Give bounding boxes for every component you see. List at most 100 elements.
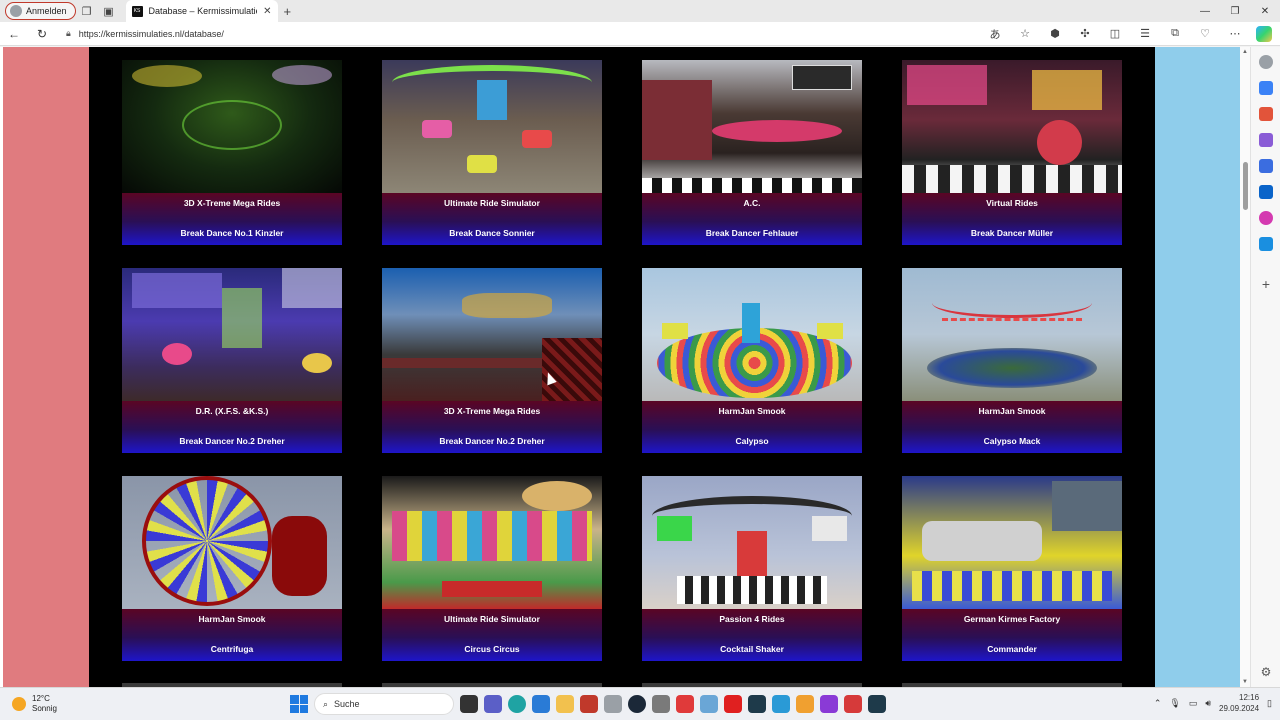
app-icon-4[interactable] [748, 695, 766, 713]
app-icon-1[interactable] [580, 695, 598, 713]
edge-icon[interactable] [508, 695, 526, 713]
ride-card[interactable]: Ultimate Ride Simulator Break Dance Sonn… [382, 60, 602, 245]
ride-name[interactable]: Break Dance Sonnier [382, 228, 602, 238]
sidebar-tag-icon[interactable] [1259, 81, 1273, 95]
youtube-icon[interactable] [724, 695, 742, 713]
sidebar-search-icon[interactable] [1259, 55, 1273, 69]
ride-card[interactable]: German Kirmes Factory Commander [902, 476, 1122, 661]
ride-name[interactable]: Break Dancer Fehlauer [642, 228, 862, 238]
sidebar-outlook-icon[interactable] [1259, 185, 1273, 199]
sidebar-designer-icon[interactable] [1259, 211, 1273, 225]
tray-overflow-icon[interactable]: ⌃ [1154, 698, 1162, 709]
ride-name[interactable]: Commander [902, 644, 1122, 654]
ride-thumbnail [122, 476, 342, 609]
acrobat-icon[interactable] [676, 695, 694, 713]
page-scrollbar[interactable]: ▲ ▼ [1240, 47, 1250, 687]
ride-name[interactable]: Calypso Mack [902, 436, 1122, 446]
browser-essentials-icon[interactable]: ♡ [1190, 27, 1220, 40]
network-icon[interactable]: ▭ [1189, 698, 1198, 709]
app-icon-7[interactable] [820, 695, 838, 713]
app-icon-6[interactable] [796, 695, 814, 713]
maximize-icon[interactable]: ❐ [1220, 6, 1250, 17]
volume-icon[interactable]: 🔊︎ [1205, 698, 1211, 709]
workspaces-icon[interactable]: ❐ [76, 2, 98, 20]
taskbar-search[interactable]: ⌕ Suche [314, 693, 454, 715]
microphone-icon[interactable]: 🎙︎ [1169, 698, 1180, 709]
steam-icon[interactable] [628, 695, 646, 713]
close-tab-icon[interactable]: ✕ [263, 6, 271, 17]
maker-name: A.C. [743, 198, 761, 208]
reload-icon[interactable]: ↻ [28, 27, 56, 41]
ride-name[interactable]: Centrifuga [122, 644, 342, 654]
ride-name[interactable]: Break Dancer No.2 Dreher [122, 436, 342, 446]
clock[interactable]: 12:16 29.09.2024 [1219, 692, 1259, 714]
window-controls: — ❐ ✕ [1190, 6, 1280, 17]
collections-icon[interactable]: ⧉ [1160, 27, 1190, 40]
ride-card[interactable]: HarmJan Smook Calypso Mack [902, 268, 1122, 453]
profile-label: Anmelden [26, 6, 67, 16]
ride-name[interactable]: Break Dancer Müller [902, 228, 1122, 238]
ride-card[interactable]: Passion 4 Rides Cocktail Shaker [642, 476, 862, 661]
store-icon[interactable] [532, 695, 550, 713]
ride-thumbnail [902, 268, 1122, 401]
profile-button[interactable]: Anmelden [5, 2, 76, 20]
app-icon-2[interactable] [604, 695, 622, 713]
notifications-icon[interactable]: ▯ [1267, 698, 1272, 709]
ride-caption: 3D X-Treme Mega Rides Break Dance No.1 K… [122, 193, 342, 245]
app-icon-5[interactable] [772, 695, 790, 713]
windows-start-icon[interactable] [290, 695, 308, 713]
sidebar-send-icon[interactable] [1259, 237, 1273, 251]
ride-name[interactable]: Cocktail Shaker [642, 644, 862, 654]
ride-card[interactable]: Virtual Rides Break Dancer Müller [902, 60, 1122, 245]
favorites-icon[interactable]: ☰ [1130, 27, 1160, 40]
ride-card[interactable]: HarmJan Smook Centrifuga [122, 476, 342, 661]
tab-actions-icon[interactable]: ▣ [98, 2, 120, 20]
ride-name[interactable]: Break Dance No.1 Kinzler [122, 228, 342, 238]
favorite-star-icon[interactable]: ☆ [1010, 27, 1040, 40]
ride-card[interactable]: 3D X-Treme Mega Rides Break Dancer No.2 … [382, 268, 602, 453]
ride-caption: A.C. Break Dancer Fehlauer [642, 193, 862, 245]
ride-caption: German Kirmes Factory Commander [902, 609, 1122, 661]
ride-caption: Ultimate Ride Simulator Circus Circus [382, 609, 602, 661]
shield-extension-icon[interactable]: ⬢ [1040, 27, 1070, 40]
maker-name: HarmJan Smook [978, 406, 1046, 416]
ride-card[interactable]: A.C. Break Dancer Fehlauer [642, 60, 862, 245]
extensions-icon[interactable]: ✣ [1070, 27, 1100, 40]
sidebar-add-icon[interactable]: + [1259, 277, 1273, 291]
copilot-icon[interactable] [1256, 25, 1272, 42]
app-icon-9[interactable] [868, 695, 886, 713]
sidebar-tools-icon[interactable] [1259, 107, 1273, 121]
new-tab-icon[interactable]: + [284, 4, 292, 19]
scrollbar-thumb[interactable] [1243, 162, 1248, 210]
tab-database[interactable]: KS Database – Kermissimulaties.nl ✕ [125, 0, 278, 22]
app-icon-3[interactable] [652, 695, 670, 713]
ride-card[interactable]: D.R. (X.F.S. &K.S.) Break Dancer No.2 Dr… [122, 268, 342, 453]
sidebar-settings-icon[interactable]: ⚙ [1259, 665, 1273, 679]
ride-card[interactable]: Ultimate Ride Simulator Circus Circus [382, 476, 602, 661]
url-field[interactable]: 🔒︎ https://kermissimulaties.nl/database/ [60, 25, 960, 43]
weather-widget[interactable]: 12°C Sonnig [12, 694, 57, 714]
temperature: 12°C [32, 694, 50, 703]
teams-icon[interactable] [484, 695, 502, 713]
file-explorer-icon[interactable] [556, 695, 574, 713]
ride-thumbnail [382, 60, 602, 193]
ride-card[interactable]: 3D X-Treme Mega Rides Break Dance No.1 K… [122, 60, 342, 245]
back-icon[interactable]: ← [0, 27, 28, 41]
ride-name[interactable]: Calypso [642, 436, 862, 446]
ride-name[interactable]: Circus Circus [382, 644, 602, 654]
task-view-icon[interactable] [460, 695, 478, 713]
scroll-up-icon[interactable]: ▲ [1242, 49, 1248, 55]
app-icon-8[interactable] [844, 695, 862, 713]
ride-caption: HarmJan Smook Calypso [642, 401, 862, 453]
close-window-icon[interactable]: ✕ [1250, 6, 1280, 17]
more-menu-icon[interactable]: ⋯ [1220, 27, 1250, 40]
photos-icon[interactable] [700, 695, 718, 713]
ride-name[interactable]: Break Dancer No.2 Dreher [382, 436, 602, 446]
minimize-icon[interactable]: — [1190, 6, 1220, 17]
translate-icon[interactable]: あ [980, 26, 1010, 42]
scroll-down-icon[interactable]: ▼ [1242, 679, 1248, 685]
ride-card[interactable]: HarmJan Smook Calypso [642, 268, 862, 453]
split-screen-icon[interactable]: ◫ [1100, 27, 1130, 40]
sidebar-microsoft365-icon[interactable] [1259, 159, 1273, 173]
sidebar-games-icon[interactable] [1259, 133, 1273, 147]
